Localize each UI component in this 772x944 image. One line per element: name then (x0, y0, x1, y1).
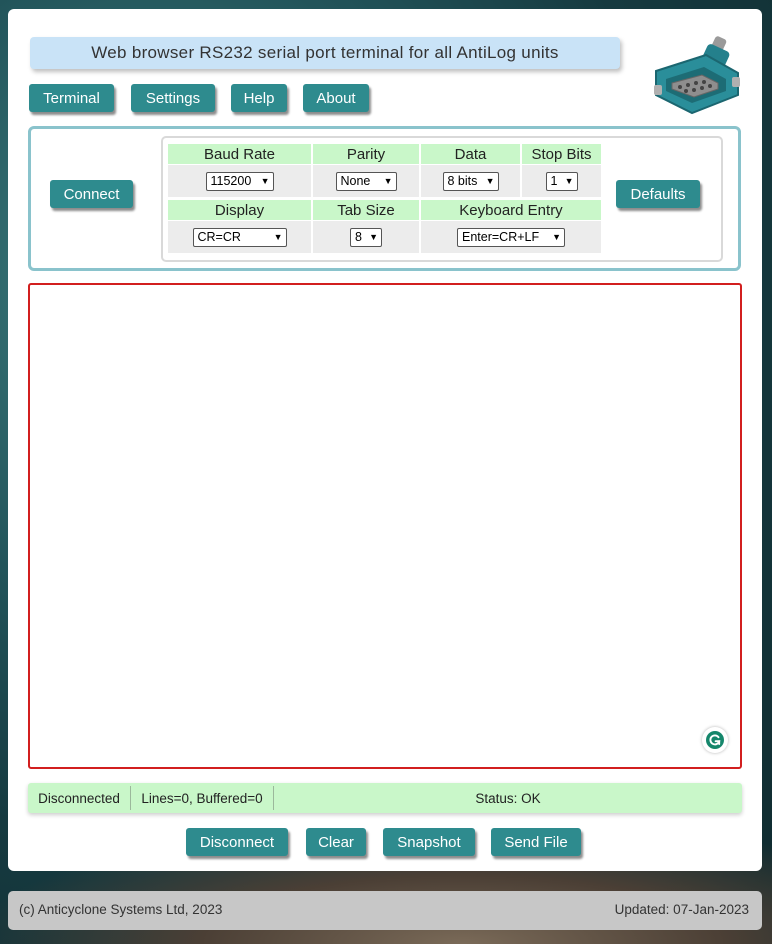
display-label: Display (168, 200, 311, 220)
nav-settings-button[interactable]: Settings (131, 84, 215, 112)
display-cell: CR=CR ▼ (168, 221, 311, 253)
parity-label: Parity (313, 144, 419, 164)
baud-rate-select[interactable]: 115200 ▼ (205, 171, 274, 191)
serial-connector-icon (654, 36, 740, 115)
page-title: Web browser RS232 serial port terminal f… (30, 37, 620, 69)
clear-button[interactable]: Clear (306, 828, 366, 856)
keyboard-entry-select[interactable]: Enter=CR+LF ▼ (457, 227, 565, 247)
nav-help-button[interactable]: Help (231, 84, 287, 112)
chevron-down-icon: ▼ (564, 176, 574, 186)
page-title-text: Web browser RS232 serial port terminal f… (91, 43, 559, 62)
tab-size-cell: 8 ▼ (313, 221, 419, 253)
nav-terminal-button[interactable]: Terminal (29, 84, 114, 112)
data-bits-select[interactable]: 8 bits ▼ (442, 171, 499, 191)
keyboard-entry-value: Enter=CR+LF (462, 230, 540, 244)
chevron-down-icon: ▼ (485, 176, 495, 186)
grammarly-icon[interactable] (702, 727, 728, 753)
chevron-down-icon: ▼ (552, 232, 561, 242)
status-bar: Disconnected Lines=0, Buffered=0 Status:… (28, 783, 742, 813)
main-card: Web browser RS232 serial port terminal f… (8, 9, 762, 871)
updated-date: Updated: 07-Jan-2023 (614, 902, 749, 917)
terminal-output[interactable] (28, 283, 742, 769)
display-select[interactable]: CR=CR ▼ (192, 227, 287, 247)
data-bits-value: 8 bits (447, 174, 478, 188)
settings-panel: Connect Baud Rate Parity Data Stop Bits … (28, 126, 741, 271)
snapshot-button[interactable]: Snapshot (383, 828, 475, 856)
tab-size-label: Tab Size (313, 200, 419, 220)
baud-rate-value: 115200 (210, 174, 252, 188)
status-message: Status: OK (475, 790, 541, 806)
data-bits-label: Data (421, 144, 520, 164)
chevron-down-icon: ▼ (383, 176, 393, 186)
nav-about-button[interactable]: About (303, 84, 369, 112)
baud-rate-cell: 115200 ▼ (168, 165, 311, 197)
parity-value: None (340, 174, 371, 188)
tab-size-value: 8 (355, 230, 362, 244)
send-file-button[interactable]: Send File (491, 828, 581, 856)
baud-rate-label: Baud Rate (168, 144, 311, 164)
chevron-down-icon: ▼ (369, 232, 378, 242)
keyboard-entry-cell: Enter=CR+LF ▼ (421, 221, 601, 253)
tab-size-select[interactable]: 8 ▼ (350, 227, 382, 247)
lines-counter: Lines=0, Buffered=0 (141, 790, 263, 806)
stop-bits-select[interactable]: 1 ▼ (545, 171, 578, 191)
connect-button[interactable]: Connect (50, 180, 133, 208)
parity-select[interactable]: None ▼ (335, 171, 397, 191)
footer: (c) Anticyclone Systems Ltd, 2023 Update… (8, 891, 762, 930)
disconnect-button[interactable]: Disconnect (186, 828, 288, 856)
defaults-button[interactable]: Defaults (616, 180, 700, 208)
connection-status: Disconnected (38, 790, 120, 806)
stop-bits-value: 1 (550, 174, 558, 188)
keyboard-entry-label: Keyboard Entry (421, 200, 601, 220)
data-bits-cell: 8 bits ▼ (421, 165, 520, 197)
copyright-text: (c) Anticyclone Systems Ltd, 2023 (19, 902, 223, 917)
chevron-down-icon: ▼ (273, 232, 283, 242)
display-value: CR=CR (197, 230, 241, 244)
parity-cell: None ▼ (313, 165, 419, 197)
stop-bits-cell: 1 ▼ (522, 165, 601, 197)
chevron-down-icon: ▼ (260, 176, 270, 186)
stop-bits-label: Stop Bits (522, 144, 601, 164)
